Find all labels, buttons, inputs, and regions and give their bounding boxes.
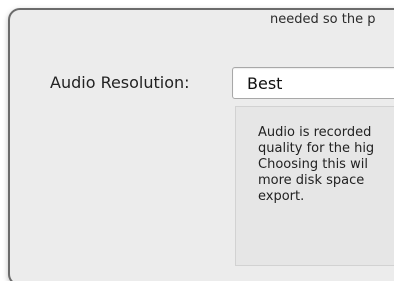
audio-resolution-popup[interactable]: Best	[232, 67, 394, 99]
description-line: export.	[258, 189, 305, 204]
audio-resolution-label: Audio Resolution:	[50, 73, 190, 92]
description-line: quality for the hig	[258, 141, 375, 156]
preferences-screen: needed so the p Audio Resolution: Best A…	[0, 0, 394, 281]
previous-description-text: needed so the p	[270, 12, 376, 27]
audio-resolution-value: Best	[247, 74, 283, 93]
description-line: more disk space	[258, 173, 365, 188]
description-text: Audio is recorded quality for the hig Ch…	[258, 125, 394, 205]
audio-resolution-description: Audio is recorded quality for the hig Ch…	[235, 106, 394, 266]
settings-panel: needed so the p Audio Resolution: Best A…	[8, 8, 394, 281]
description-line: Audio is recorded	[258, 125, 372, 140]
description-line: Choosing this wil	[258, 157, 368, 172]
